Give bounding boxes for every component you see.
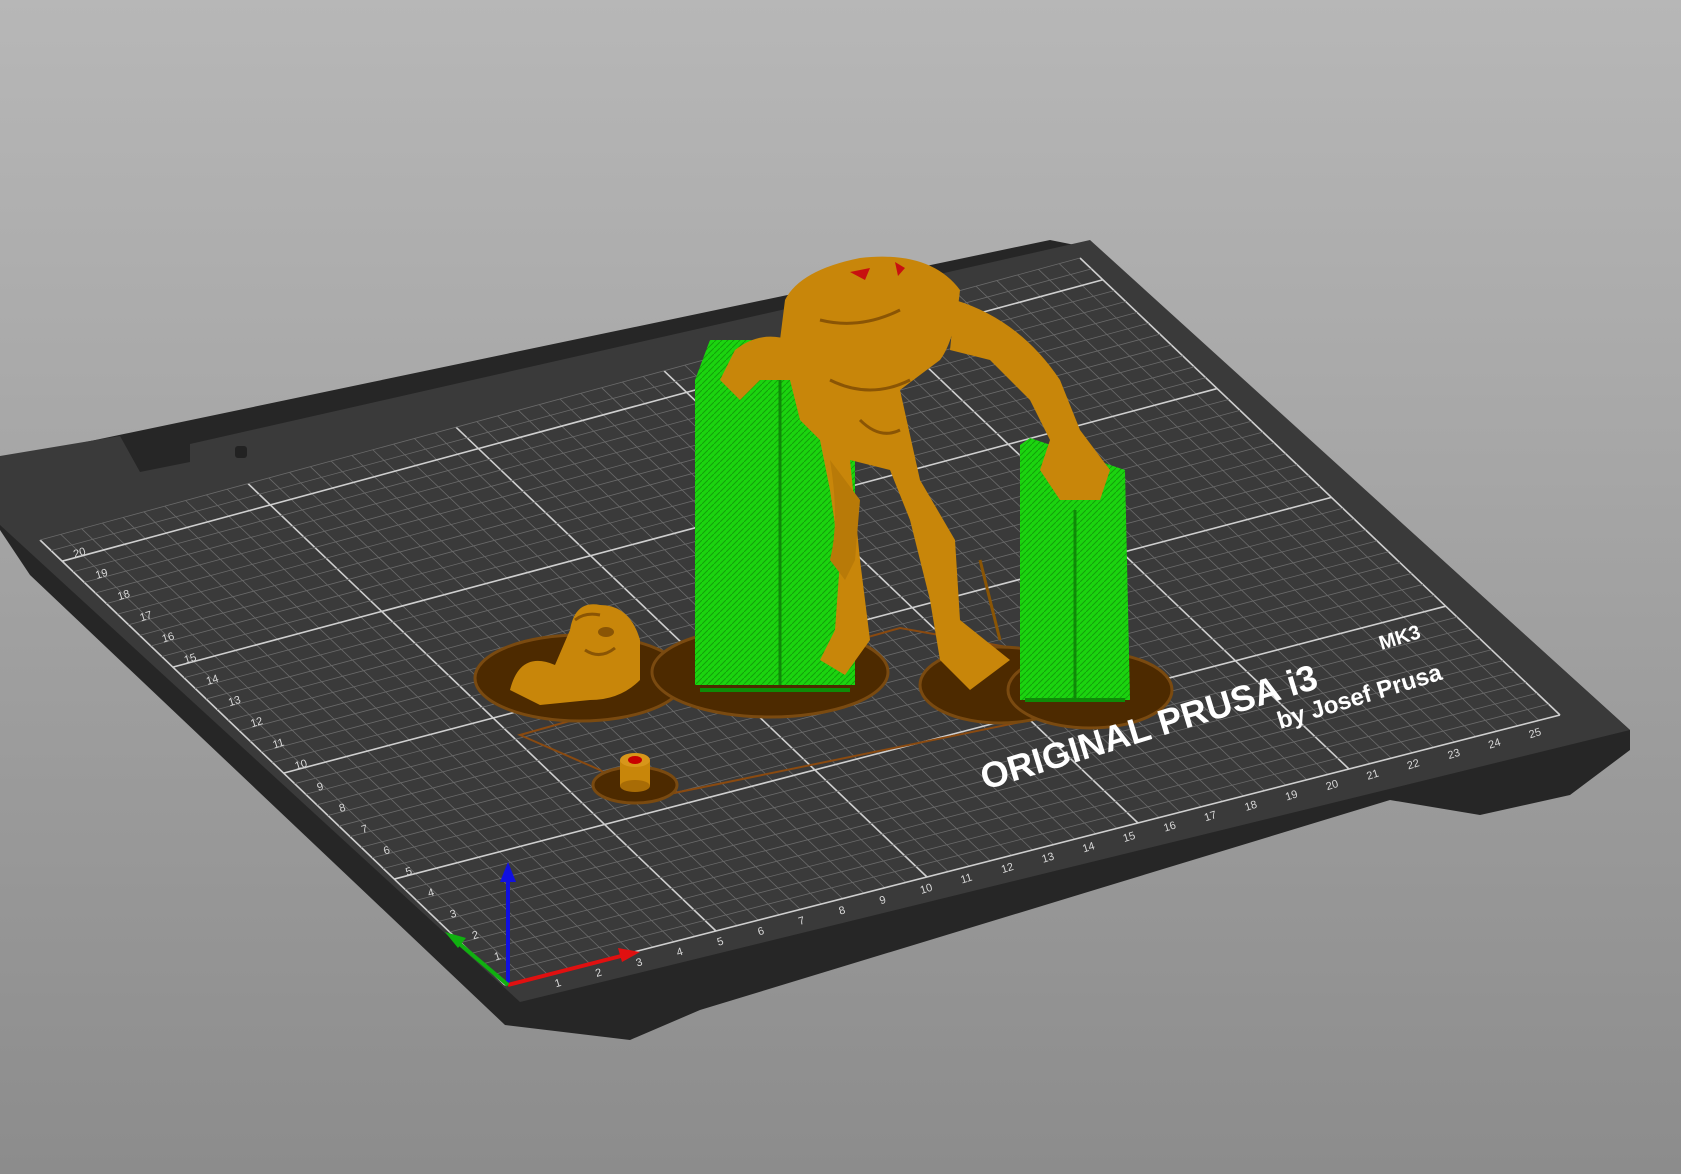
print-bed-scene: ORIGINAL PRUSA i3 MK3 by Josef Prusa 123… [0,240,1630,1040]
3d-viewport[interactable]: ORIGINAL PRUSA i3 MK3 by Josef Prusa 123… [0,0,1681,1174]
bed-screw [235,446,247,458]
small-cylinder-object[interactable] [620,753,650,792]
